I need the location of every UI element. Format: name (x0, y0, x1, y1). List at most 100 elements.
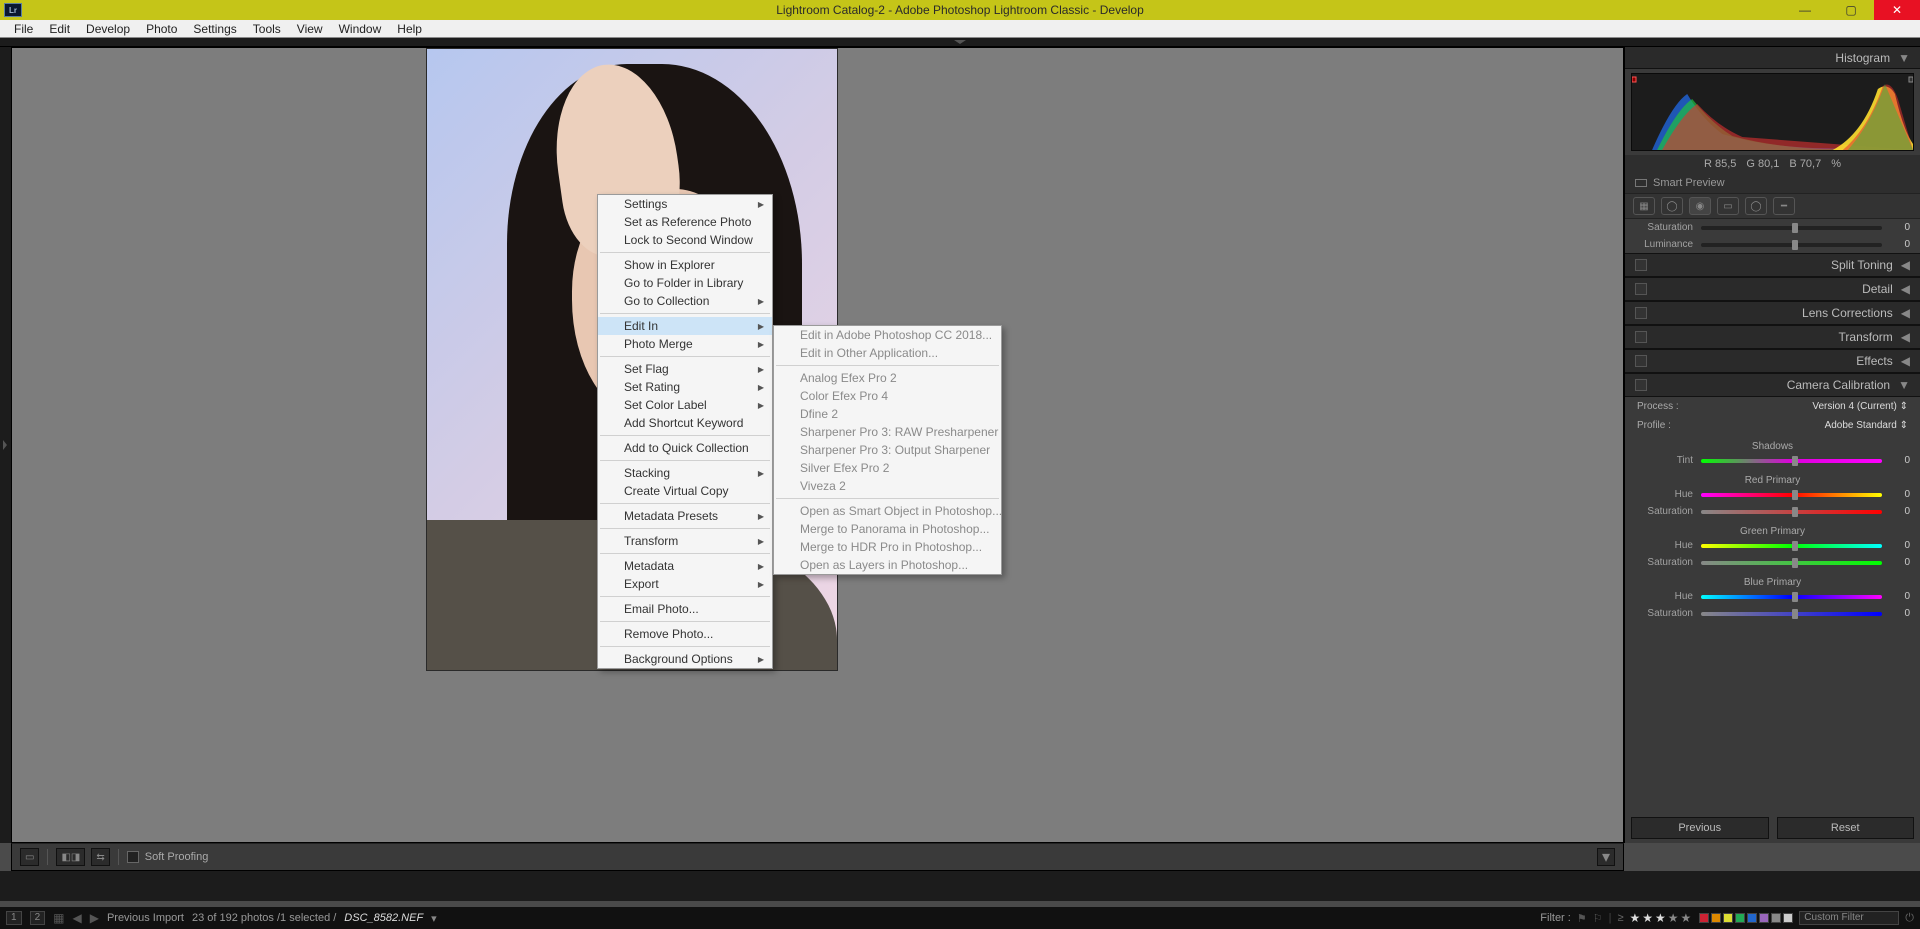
grad-tool[interactable]: ▭ (1717, 197, 1739, 215)
menu-item-add-to-quick-collection[interactable]: Add to Quick Collection (598, 439, 772, 457)
screen-1-button[interactable]: 1 (6, 911, 22, 925)
section-detail[interactable]: Detail◀ (1625, 277, 1920, 301)
menu-item-metadata-presets[interactable]: Metadata Presets (598, 507, 772, 525)
reset-button[interactable]: Reset (1777, 817, 1915, 839)
custom-filter-dropdown[interactable]: Custom Filter (1799, 911, 1899, 925)
menu-item-merge-to-panorama-in-photoshop[interactable]: Merge to Panorama in Photoshop... (774, 520, 1001, 538)
luminance-slider[interactable]: Luminance 0 (1625, 236, 1920, 253)
menu-item-set-rating[interactable]: Set Rating (598, 378, 772, 396)
section-camera-calibration[interactable]: Camera Calibration▼ (1625, 373, 1920, 397)
blue-hue-slider[interactable]: Hue 0 (1625, 588, 1920, 605)
menu-photo[interactable]: Photo (138, 20, 185, 38)
color-label-swatch[interactable] (1711, 913, 1721, 923)
flag-reject-icon[interactable]: ⚐ (1593, 912, 1603, 925)
section-toggle-icon[interactable] (1635, 379, 1647, 391)
top-panel-collapse[interactable] (0, 38, 1920, 47)
menu-item-viveza-2[interactable]: Viveza 2 (774, 477, 1001, 495)
minimize-button[interactable]: — (1782, 0, 1828, 20)
green-sat-slider[interactable]: Saturation 0 (1625, 554, 1920, 571)
menu-develop[interactable]: Develop (78, 20, 138, 38)
section-toggle-icon[interactable] (1635, 355, 1647, 367)
section-toggle-icon[interactable] (1635, 283, 1647, 295)
close-button[interactable]: ✕ (1874, 0, 1920, 20)
menu-item-edit-in[interactable]: Edit In (598, 317, 772, 335)
previous-button[interactable]: Previous (1631, 817, 1769, 839)
menu-item-open-as-smart-object-in-photoshop[interactable]: Open as Smart Object in Photoshop... (774, 502, 1001, 520)
menu-file[interactable]: File (6, 20, 41, 38)
menu-item-sharpener-pro-3-raw-presharpener[interactable]: Sharpener Pro 3: RAW Presharpener (774, 423, 1001, 441)
menu-tools[interactable]: Tools (245, 20, 289, 38)
filmstrip-collapse[interactable] (0, 871, 1920, 901)
nav-fwd-icon[interactable]: ▶ (90, 911, 99, 925)
grid-icon[interactable]: ▦ (53, 911, 64, 925)
histogram-header[interactable]: Histogram▼ (1625, 47, 1920, 69)
menu-item-edit-in-other-application[interactable]: Edit in Other Application... (774, 344, 1001, 362)
loupe-view-button[interactable]: ▭ (20, 848, 39, 866)
rating-compare-icon[interactable]: ≥ (1617, 912, 1623, 924)
menu-item-set-color-label[interactable]: Set Color Label (598, 396, 772, 414)
section-split-toning[interactable]: Split Toning◀ (1625, 253, 1920, 277)
color-label-swatch[interactable] (1771, 913, 1781, 923)
menu-item-export[interactable]: Export (598, 575, 772, 593)
menu-item-set-flag[interactable]: Set Flag (598, 360, 772, 378)
menu-item-stacking[interactable]: Stacking (598, 464, 772, 482)
red-hue-slider[interactable]: Hue 0 (1625, 486, 1920, 503)
menu-item-dfine-2[interactable]: Dfine 2 (774, 405, 1001, 423)
menu-item-settings[interactable]: Settings (598, 195, 772, 213)
color-label-swatch[interactable] (1699, 913, 1709, 923)
left-panel-collapse[interactable] (0, 47, 11, 843)
edit-in-submenu[interactable]: Edit in Adobe Photoshop CC 2018...Edit i… (773, 325, 1002, 575)
flag-filter-icon[interactable]: ⚑ (1577, 912, 1587, 925)
section-transform[interactable]: Transform◀ (1625, 325, 1920, 349)
green-hue-slider[interactable]: Hue 0 (1625, 537, 1920, 554)
menu-item-show-in-explorer[interactable]: Show in Explorer (598, 256, 772, 274)
color-label-swatch[interactable] (1783, 913, 1793, 923)
menu-item-photo-merge[interactable]: Photo Merge (598, 335, 772, 353)
menu-item-lock-to-second-window[interactable]: Lock to Second Window (598, 231, 772, 249)
menu-item-go-to-collection[interactable]: Go to Collection (598, 292, 772, 310)
filename[interactable]: DSC_8582.NEF (344, 912, 423, 924)
color-label-swatch[interactable] (1759, 913, 1769, 923)
menu-window[interactable]: Window (331, 20, 390, 38)
section-lens-corrections[interactable]: Lens Corrections◀ (1625, 301, 1920, 325)
section-effects[interactable]: Effects◀ (1625, 349, 1920, 373)
menu-item-sharpener-pro-3-output-sharpener[interactable]: Sharpener Pro 3: Output Sharpener (774, 441, 1001, 459)
section-toggle-icon[interactable] (1635, 259, 1647, 271)
menu-item-silver-efex-pro-2[interactable]: Silver Efex Pro 2 (774, 459, 1001, 477)
color-label-filter[interactable] (1699, 913, 1793, 923)
screen-2-button[interactable]: 2 (30, 911, 46, 925)
maximize-button[interactable]: ▢ (1828, 0, 1874, 20)
profile-row[interactable]: Profile : Adobe Standard ⇕ (1625, 416, 1920, 435)
histogram[interactable] (1631, 73, 1914, 151)
menu-item-add-shortcut-keyword[interactable]: Add Shortcut Keyword (598, 414, 772, 432)
red-sat-slider[interactable]: Saturation 0 (1625, 503, 1920, 520)
blue-sat-slider[interactable]: Saturation 0 (1625, 605, 1920, 622)
menu-item-metadata[interactable]: Metadata (598, 557, 772, 575)
soft-proof-checkbox[interactable] (127, 851, 139, 863)
menu-item-analog-efex-pro-2[interactable]: Analog Efex Pro 2 (774, 369, 1001, 387)
menu-item-edit-in-adobe-photoshop-cc-2018[interactable]: Edit in Adobe Photoshop CC 2018... (774, 326, 1001, 344)
menu-item-open-as-layers-in-photoshop[interactable]: Open as Layers in Photoshop... (774, 556, 1001, 574)
before-after-toggle[interactable]: ⇆ (91, 848, 109, 866)
section-toggle-icon[interactable] (1635, 307, 1647, 319)
star-filter[interactable]: ★★★★★ (1630, 911, 1694, 925)
menu-item-go-to-folder-in-library[interactable]: Go to Folder in Library (598, 274, 772, 292)
radial-tool[interactable]: ◯ (1745, 197, 1767, 215)
menu-item-transform[interactable]: Transform (598, 532, 772, 550)
color-label-swatch[interactable] (1747, 913, 1757, 923)
color-label-swatch[interactable] (1735, 913, 1745, 923)
nav-back-icon[interactable]: ◀ (72, 911, 81, 925)
menu-item-remove-photo[interactable]: Remove Photo... (598, 625, 772, 643)
smart-preview-indicator[interactable]: Smart Preview (1625, 173, 1920, 193)
process-row[interactable]: Process : Version 4 (Current) ⇕ (1625, 397, 1920, 416)
menu-view[interactable]: View (289, 20, 331, 38)
menu-item-merge-to-hdr-pro-in-photoshop[interactable]: Merge to HDR Pro in Photoshop... (774, 538, 1001, 556)
menu-item-create-virtual-copy[interactable]: Create Virtual Copy (598, 482, 772, 500)
before-after-yy[interactable]: ◧◨ (56, 848, 85, 866)
menu-settings[interactable]: Settings (185, 20, 244, 38)
spot-tool[interactable]: ◯ (1661, 197, 1683, 215)
color-label-swatch[interactable] (1723, 913, 1733, 923)
redeye-tool[interactable]: ◉ (1689, 197, 1711, 215)
menu-edit[interactable]: Edit (41, 20, 78, 38)
section-toggle-icon[interactable] (1635, 331, 1647, 343)
